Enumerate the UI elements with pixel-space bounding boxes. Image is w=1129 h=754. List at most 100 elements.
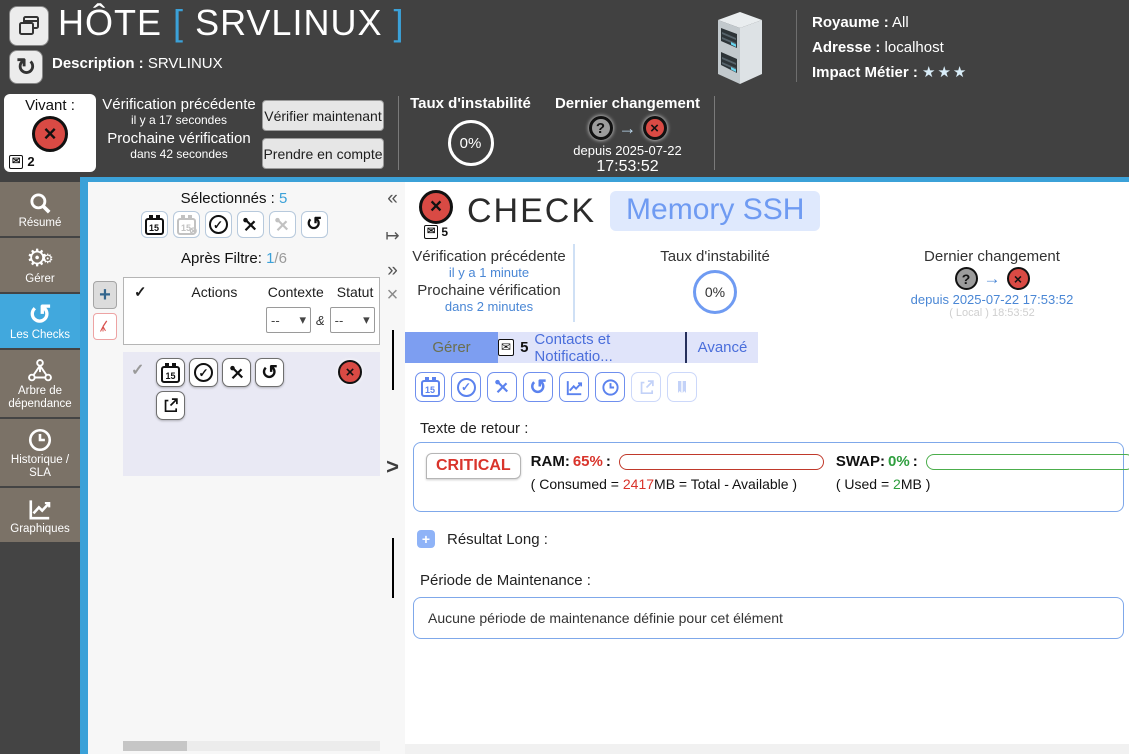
tools-button[interactable] [487, 372, 517, 402]
scrollbar-thumb[interactable] [123, 741, 187, 751]
refresh-button[interactable]: ↻ [9, 50, 43, 84]
host-last-change: Dernier changement ? → × depuis 2025-07-… [554, 95, 701, 189]
close-icon[interactable]: × [380, 284, 405, 307]
host-meta: Royaume : All Adresse : localhost Impact… [812, 10, 968, 85]
vivant-mail: ✉ 2 [9, 154, 35, 169]
expand-right-icon[interactable]: » [380, 260, 405, 282]
acknowledge-button[interactable]: Prendre en compte [262, 138, 384, 169]
page-title: HÔTE [ SRVLINUX ] [58, 2, 405, 43]
row-open-button[interactable] [156, 391, 185, 420]
row-selected-check-icon[interactable]: ✓ [131, 360, 144, 380]
host-instability: Taux d'instabilité 0% [408, 95, 533, 166]
envelope-icon: ✉ [9, 154, 24, 169]
windows-button[interactable] [9, 6, 49, 46]
history-button[interactable] [595, 372, 625, 402]
recheck-button[interactable]: ↺ [523, 372, 553, 402]
check-row-memory-ssh[interactable]: ✓ 15 ✓ ↺ × [123, 352, 380, 476]
sidebar-item-arbre-dependance[interactable]: Arbre de dépendance [0, 350, 80, 419]
column-contexte: Contexte [267, 284, 324, 300]
ram-detail: ( Consumed = 2417MB = Total - Available … [530, 476, 798, 492]
select-all-check-icon[interactable]: ✓ [134, 283, 168, 301]
tools-icon [229, 365, 243, 379]
expand-long-result-button[interactable]: + [417, 530, 435, 548]
tools-disabled-button[interactable] [268, 211, 296, 238]
check-circle-icon: ✓ [456, 377, 476, 397]
ram-metric: RAM: 65% : ( Consumed = 2417MB = Total -… [531, 453, 824, 492]
vivant-status-card: Vivant : × ✉ 2 [4, 94, 96, 172]
status-critical-icon: × [1006, 267, 1030, 290]
host-header: HÔTE [ SRVLINUX ] ↻ Description : SRVLIN… [0, 0, 1129, 189]
notification-badge: 5 [520, 339, 529, 356]
external-link-icon [640, 379, 654, 394]
sidebar-item-gerer[interactable]: ⚙ ⚙ Gérer [0, 238, 80, 294]
row-recheck-button[interactable]: ↺ [255, 358, 284, 387]
calendar-icon: 15 [144, 214, 164, 235]
row-schedule-button[interactable]: 15 [156, 358, 185, 387]
filter-count-line: Après Filtre: 1/6 [181, 250, 287, 267]
swap-detail: ( Used = 2MB ) [835, 476, 931, 492]
contexte-filter-select[interactable]: -- ▾ [266, 307, 311, 333]
rotate-icon: ↺ [306, 214, 322, 235]
check-instability-gauge: 0% [693, 270, 737, 314]
tab-avance[interactable]: Avancé [687, 332, 758, 363]
check-actions-toolbar: 15 ✓ ↺ [415, 372, 697, 402]
selected-count-line: Sélectionnés : 5 [180, 190, 288, 207]
selected-count: 5 [279, 190, 288, 207]
bookmark-icon [678, 381, 686, 393]
graph-button[interactable] [559, 372, 589, 402]
schedule-button[interactable]: 15 [415, 372, 445, 402]
tools-icon [495, 379, 509, 394]
sidebar-item-graphiques[interactable]: Graphiques [0, 488, 80, 544]
add-check-button[interactable]: + [93, 281, 117, 309]
envelope-icon: ✉ [498, 339, 515, 356]
divider [398, 96, 399, 170]
check-header: × ✉ 5 CHECK Memory SSH [419, 190, 821, 239]
clock-icon [2, 426, 78, 454]
gears-icon: ⚙ ⚙ [26, 245, 54, 272]
unschedule-button[interactable]: 15 ⊗ [172, 211, 200, 238]
tools-blocked-icon [275, 217, 289, 231]
royaume-line: Royaume : All [812, 14, 909, 31]
horizontal-scrollbar[interactable] [123, 741, 380, 751]
expand-panel-icon[interactable]: > [380, 454, 405, 480]
check-detail-panel: × ✉ 5 CHECK Memory SSH Vérification préc… [405, 182, 1129, 754]
check-now-button[interactable]: Vérifier maintenant [262, 100, 384, 131]
plus-icon: + [421, 531, 431, 547]
tab-contacts-notifications[interactable]: ✉ 5 Contacts et Notificatio... [498, 331, 687, 365]
sidebar-item-resume[interactable]: Résumé [0, 182, 80, 238]
maintenance-box: Aucune période de maintenance définie po… [413, 597, 1124, 639]
plus-icon: + [99, 283, 111, 306]
check-type-label: CHECK [467, 192, 597, 230]
impact-line: Impact Métier : ★★★ [812, 64, 969, 81]
acknowledge-button[interactable]: ✓ [451, 372, 481, 402]
clear-filter-button[interactable] [93, 313, 117, 340]
calendar-blocked-icon: 15 ⊗ [176, 214, 198, 237]
external-link-button[interactable] [631, 372, 661, 402]
statut-filter-select[interactable]: -- ▾ [329, 307, 375, 333]
tab-gerer[interactable]: Gérer [405, 332, 498, 363]
acknowledge-check-button[interactable]: ✓ [204, 211, 232, 238]
collapse-to-bar-icon[interactable]: ↦ [380, 226, 405, 246]
bookmark-button[interactable] [667, 372, 697, 402]
rotate-icon: ↺ [261, 362, 278, 384]
swap-progress-bar [925, 453, 1129, 470]
sidebar-item-historique-sla[interactable]: Historique / SLA [0, 419, 80, 488]
server-image [706, 8, 772, 86]
row-tools-button[interactable] [222, 358, 251, 387]
status-critical-icon: × [32, 116, 68, 152]
horizontal-scrollbar-track[interactable] [405, 744, 1129, 754]
host-check-timing: Vérification précédente il y a 17 second… [102, 96, 256, 161]
schedule-button[interactable]: 15 [140, 211, 168, 238]
checks-list-panel: Sélectionnés : 5 15 15 ⊗ ✓ ↺ Après Filtre… [88, 182, 380, 754]
row-acknowledge-button[interactable]: ✓ [189, 358, 218, 387]
tools-icon [243, 217, 257, 231]
divider-line [392, 330, 394, 390]
host-name: SRVLINUX [195, 2, 383, 43]
sidebar-item-les-checks[interactable]: ↺ Les Checks [0, 294, 80, 350]
recheck-button[interactable]: ↺ [300, 211, 328, 238]
instability-gauge: 0% [447, 120, 494, 166]
tools-button[interactable] [236, 211, 264, 238]
collapse-left-icon[interactable]: « [380, 188, 405, 210]
divider [714, 96, 715, 170]
status-badge: CRITICAL [426, 453, 521, 479]
